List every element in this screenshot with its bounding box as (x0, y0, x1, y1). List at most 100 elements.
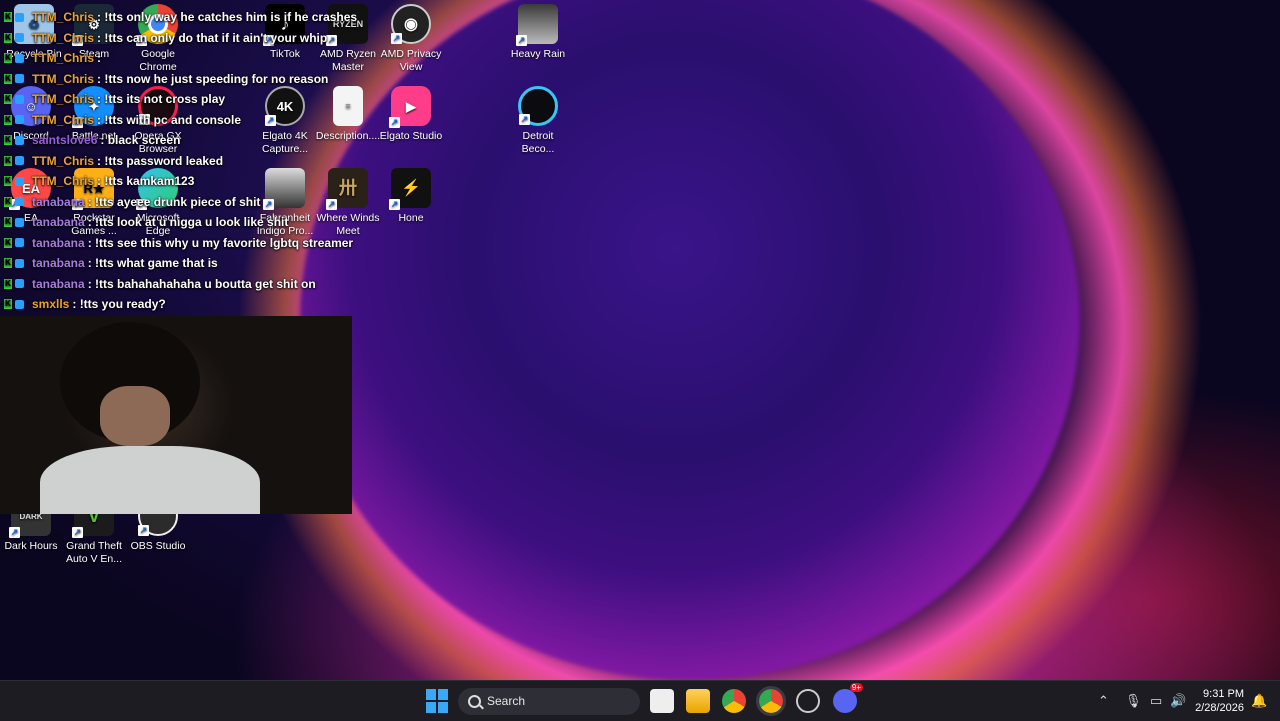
kick-badge-icon: K (4, 278, 12, 289)
chat-message: Ktanabana: !tts see this why u my favori… (4, 236, 353, 250)
icon-label: OBS Studio (130, 540, 186, 552)
kick-badge-icon: K (4, 94, 12, 104)
icon-label: Heavy Rain (510, 48, 566, 60)
desktop-icon-hone[interactable]: ⚡ ↗ Hone (377, 168, 445, 225)
chat-message: Ktanabana: !tts bahahahahaha u boutta ge… (4, 277, 316, 291)
taskbar-search-box[interactable]: Search (458, 688, 640, 715)
icon-label: Description.... (315, 130, 381, 142)
chat-message: K TTM_Chris: !tts can only do that if it … (4, 31, 327, 45)
icon-label: AMD Ryzen Master (319, 48, 376, 73)
discord-notification-badge: 9+ (849, 683, 863, 692)
chat-message: K TTM_Chris: !tts kamkam123 (4, 174, 194, 188)
privacy-eye-icon: ◉ ↗ (391, 4, 431, 44)
chat-username: TTM_Chris (32, 10, 95, 24)
chat-message: K TTM_Chris: !tts password leaked (4, 154, 223, 168)
kick-badge-icon: K (4, 196, 12, 207)
desktop-icon-heavy-rain[interactable]: ↗ Heavy Rain (504, 4, 572, 61)
kick-badge-icon: K (4, 53, 12, 63)
chat-message: Ktanabana: !tts ayeee drunk piece of shi… (4, 195, 260, 209)
desktop-icon-amd-privacy-view[interactable]: ◉ ↗ AMD Privacy View (377, 4, 445, 74)
desktop-icon-description[interactable]: ≡ Description.... (314, 86, 382, 143)
taskbar-clock[interactable]: 9:31 PM 2/28/2026 (1195, 687, 1244, 715)
icon-label: Grand Theft Auto V En... (65, 540, 123, 565)
text-file-icon: ≡ (333, 86, 363, 126)
clock-time: 9:31 PM (1203, 688, 1244, 700)
chat-message: Ktanabana: !tts look at u nigga u look l… (4, 215, 288, 229)
chat-text: : !tts look at u nigga u look like shit (87, 215, 289, 229)
chat-username: tanabana (32, 194, 85, 209)
desktop-icon-where-winds-meet[interactable]: 卅 ↗ Where Winds Meet (314, 168, 382, 238)
clock-date: 2/28/2026 (1195, 702, 1244, 714)
detroit-icon: ↗ (518, 86, 558, 126)
search-icon (468, 695, 481, 708)
kick-badge-icon: K (4, 73, 12, 84)
kick-badge-icon: K (4, 217, 12, 227)
subscriber-badge-icon (15, 74, 24, 83)
chat-username: TTM_Chris (32, 71, 95, 86)
chat-text: : !tts what game that is (87, 256, 218, 270)
fahrenheit-icon: ↗ (263, 168, 305, 210)
start-windows-icon[interactable] (426, 689, 450, 713)
chat-text: : !tts ayeee drunk piece of shit (87, 194, 261, 209)
chat-text: : !tts password leaked (97, 153, 224, 168)
chat-text: : (97, 51, 102, 65)
chat-message: K TTM_Chris: !tts with pc and console (4, 113, 241, 127)
icon-label: Elgato 4K Capture... (261, 130, 309, 155)
subscriber-badge-icon (15, 115, 24, 124)
chat-username: saintslove6 (32, 133, 98, 147)
microphone-icon[interactable]: 🎙 (1125, 693, 1142, 709)
icon-label: TikTok (270, 48, 300, 60)
chat-username: tanabana (32, 276, 85, 291)
kick-badge-icon: K (4, 155, 12, 166)
chat-message: K TTM_Chris: !tts its not cross play (4, 92, 225, 106)
webcam-shirt (40, 446, 260, 514)
chrome-profile-taskbar-icon[interactable] (756, 686, 786, 716)
icon-label: Dark Hours (4, 540, 58, 552)
chat-username: TTM_Chris (32, 51, 95, 65)
chevron-up-icon[interactable]: ⌃ (1098, 693, 1109, 709)
chat-message: K TTM_Chris: !tts only way he catches him… (4, 10, 357, 24)
taskbar: Search 9+ ⌃ 🎙 ▭ 🔊 9:31 PM 2/28/2026 🔔 (0, 680, 1280, 721)
chat-message: Ksaintslove6: black screen (4, 133, 180, 147)
chat-username: TTM_Chris (32, 30, 95, 45)
chat-text: : !tts can only do that if it ain't your… (97, 30, 328, 45)
subscriber-badge-icon (15, 12, 24, 22)
chat-text: : !tts now he just speeding for no reaso… (97, 71, 329, 86)
network-icon[interactable]: ▭ (1150, 693, 1162, 709)
kick-badge-icon: K (4, 135, 12, 145)
kick-badge-icon: K (4, 299, 12, 309)
chat-text: : !tts its not cross play (97, 92, 226, 106)
chat-message: K TTM_Chris: (4, 51, 101, 65)
desktop-icon-elgato-4k[interactable]: 4K ↗ Elgato 4K Capture... (251, 86, 319, 156)
chat-username: TTM_Chris (32, 92, 95, 106)
icon-label: Hone (398, 212, 424, 224)
subscriber-badge-icon (15, 279, 24, 288)
chat-username: TTM_Chris (32, 174, 95, 188)
chat-message: K TTM_Chris: !tts now he just speeding fo… (4, 72, 328, 86)
microsoft-store-icon[interactable] (650, 689, 674, 713)
icon-label: Where Winds Meet (316, 212, 380, 237)
kick-badge-icon: K (4, 237, 12, 248)
kick-badge-icon: K (4, 258, 12, 268)
subscriber-badge-icon (15, 33, 24, 42)
volume-icon[interactable]: 🔊 (1170, 693, 1186, 709)
discord-taskbar-icon[interactable]: 9+ (833, 683, 863, 713)
chat-message: Ksmxlls: !tts you ready? (4, 297, 166, 311)
chat-text: : black screen (100, 133, 181, 147)
where-winds-meet-icon: 卅 ↗ (326, 168, 368, 210)
chat-username: TTM_Chris (32, 153, 95, 168)
hone-icon: ⚡ ↗ (389, 168, 431, 210)
notifications-bell-icon[interactable]: 🔔 (1251, 693, 1267, 709)
chrome-taskbar-icon[interactable] (722, 689, 746, 713)
chat-message: Ktanabana: !tts what game that is (4, 256, 218, 270)
chat-username: tanabana (32, 256, 85, 270)
desktop-background: ♻ Recycle Bin ⚙ ↗ Steam ↗ Google Chrome ♪… (0, 0, 1280, 680)
subscriber-badge-icon (15, 176, 24, 186)
file-explorer-icon[interactable] (686, 689, 710, 713)
subscriber-badge-icon (15, 156, 24, 165)
desktop-icon-detroit[interactable]: ↗ Detroit Beco... (504, 86, 572, 156)
chat-username: tanabana (32, 235, 85, 250)
elgato-studio-icon: ▶ ↗ (389, 86, 431, 128)
desktop-icon-elgato-studio[interactable]: ▶ ↗ Elgato Studio (377, 86, 445, 143)
obs-taskbar-icon[interactable] (796, 689, 820, 713)
